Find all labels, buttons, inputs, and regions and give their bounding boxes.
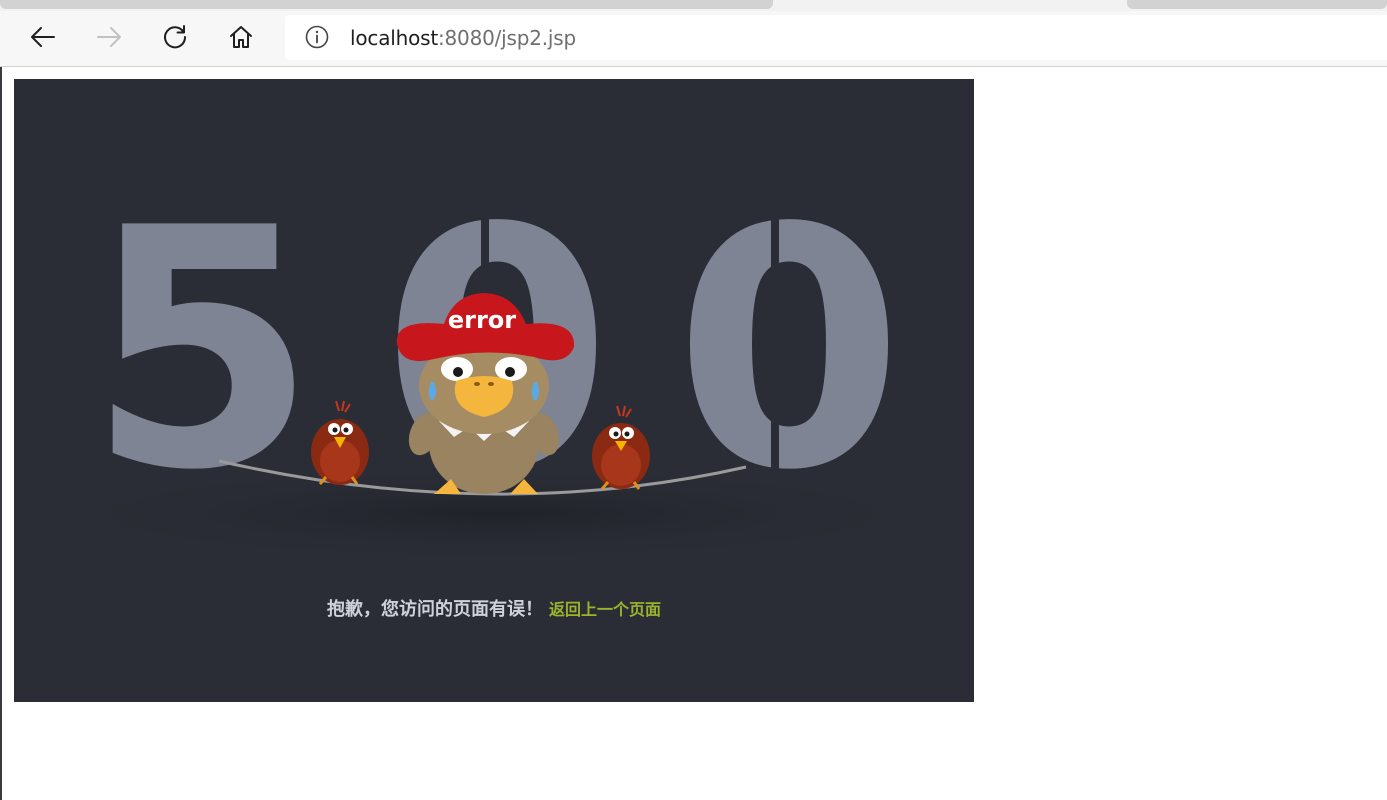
back-to-previous-link[interactable]: 返回上一个页面 [549,600,661,619]
url-path: :8080/jsp2.jsp [437,26,576,50]
inactive-tab[interactable] [1127,0,1387,9]
error-page: 5 0 0 [14,79,974,702]
stencil-gap [481,199,489,279]
inactive-tab[interactable] [0,0,773,9]
digit-zero-right: 0 [674,158,904,542]
home-button[interactable] [221,19,261,55]
forward-button[interactable] [89,19,129,55]
error-message: 抱歉，您访问的页面有误！ [326,599,543,620]
browser-toolbar: localhost:8080/jsp2.jsp [0,11,1387,67]
hat-label: error [448,306,516,334]
left-bird [311,400,369,485]
error-message-line: 抱歉，您访问的页面有误！ 返回上一个页面 [14,595,974,621]
arrow-right-icon [97,27,121,47]
window-edge [0,0,2,800]
digit-five: 5 [87,158,317,542]
url-host: localhost [350,26,438,50]
back-button[interactable] [23,19,63,55]
address-bar[interactable]: localhost:8080/jsp2.jsp [285,15,1387,60]
home-icon [230,26,252,48]
refresh-button[interactable] [155,19,195,55]
stencil-gap [771,199,779,479]
arrow-left-icon [31,27,55,47]
refresh-icon [164,25,187,49]
tab-strip [0,0,1387,11]
info-icon[interactable] [305,25,329,49]
url-text[interactable]: localhost:8080/jsp2.jsp [350,26,576,50]
